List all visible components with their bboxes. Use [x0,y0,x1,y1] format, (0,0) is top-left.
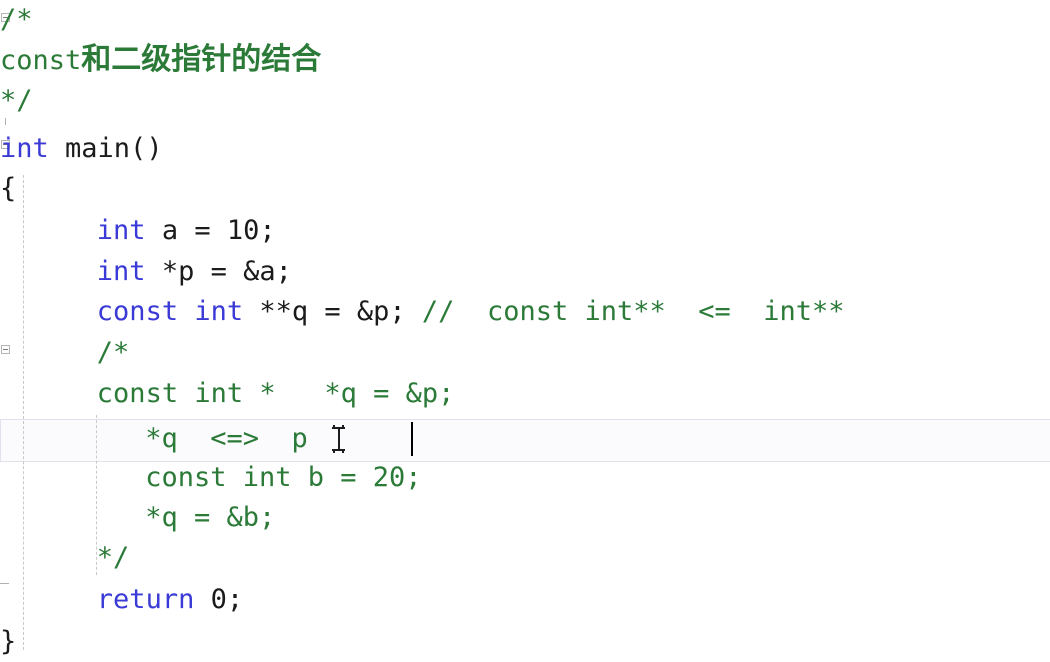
code-line[interactable]: const int **q = &p; // const int** <= in… [0,292,1050,332]
code-token: 和二级指针的结合 [81,42,322,77]
code-line[interactable]: { [0,169,1050,209]
code-token: const int [96,296,244,327]
code-token: const [0,45,82,76]
code-line[interactable]: /* [0,333,1050,373]
code-editor[interactable]: /* const和二级指针的结合 */ int main() { int a = 10;… [0,0,1050,661]
code-token: int [96,256,146,287]
code-token: *q <=> p [145,423,308,454]
code-token: // const int** <= int** [421,296,845,327]
code-line[interactable]: return 0; [0,580,1050,620]
code-token: */ [96,542,130,573]
code-line[interactable]: *q <=> p [0,419,1050,459]
code-token: int [96,215,146,246]
code-line[interactable]: int main() [0,129,1050,169]
code-line[interactable]: */ [0,538,1050,578]
code-line[interactable]: *q = &b; [0,498,1050,538]
code-line[interactable]: */ [0,81,1050,121]
code-line[interactable]: const int * *q = &p; [0,374,1050,414]
code-token: { [0,173,17,204]
code-token: const int * *q = &p; [96,378,455,409]
code-token: *p = &a; [145,256,292,287]
code-token: } [0,626,17,657]
code-token: *q = &b; [145,502,276,533]
code-line[interactable]: } [0,622,1050,662]
code-token: return [96,584,195,615]
code-token: main() [48,133,163,164]
code-token: int [0,133,49,164]
code-line[interactable]: int *p = &a; [0,252,1050,292]
code-line[interactable]: const和二级指针的结合 [0,40,1050,80]
mouse-ibeam-cursor [332,425,345,453]
code-token: **q = &p; [243,296,422,327]
code-token: /* [96,337,130,368]
code-line[interactable]: const int b = 20; [0,458,1050,498]
code-token: /* [0,4,33,35]
code-token: const int b = 20; [145,462,422,493]
code-line[interactable]: int a = 10; [0,211,1050,251]
code-token: 0; [194,584,244,615]
code-token: a = 10; [145,215,276,246]
text-caret [411,422,414,456]
code-line[interactable]: /* [0,0,1050,40]
code-token: */ [0,85,33,116]
